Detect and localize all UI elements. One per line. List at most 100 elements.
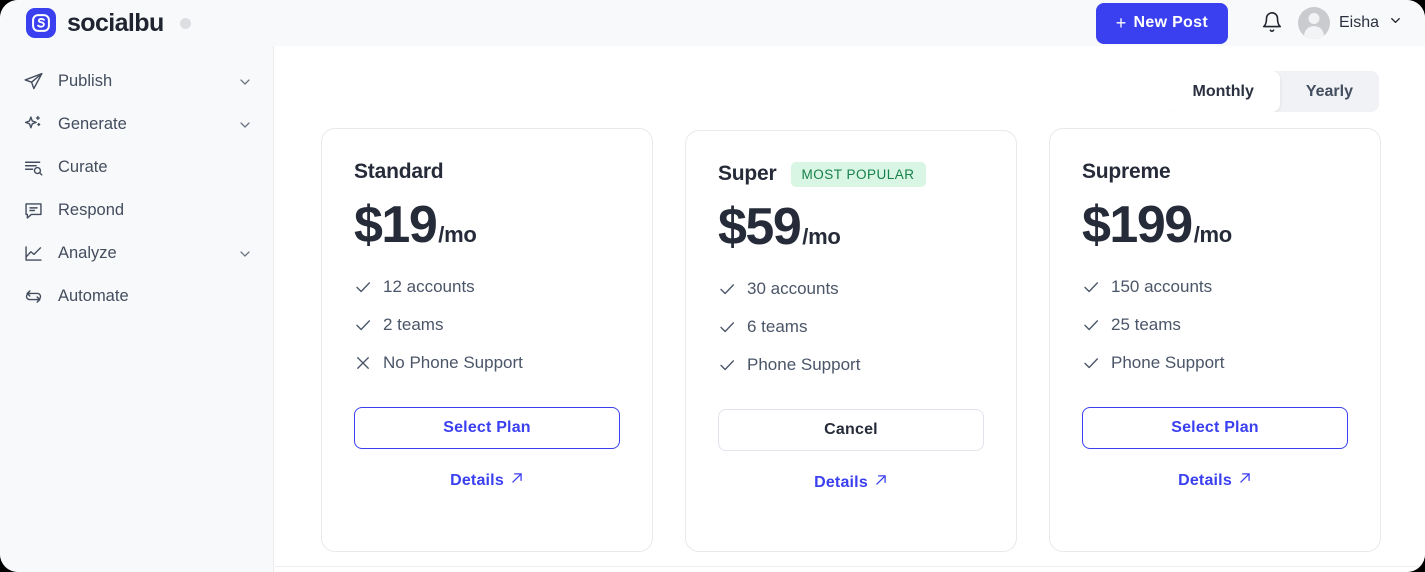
sidebar-item-publish[interactable]: Publish [0, 60, 273, 103]
plan-feature: Phone Support [718, 355, 984, 375]
plan-feature-label: Phone Support [1111, 353, 1225, 372]
chevron-down-icon[interactable] [237, 117, 253, 133]
plan-feature-label: 25 teams [1111, 315, 1181, 334]
sidebar-item-label: Automate [58, 287, 129, 305]
list-search-icon [22, 157, 44, 179]
plan-price: $199 /mo [1082, 199, 1348, 251]
main-content: Monthly Yearly Standard $19 /mo 12 accou… [275, 46, 1425, 572]
plan-card-super: Super MOST POPULAR $59 /mo 30 accounts 6… [685, 130, 1017, 552]
cancel-button[interactable]: Cancel [718, 409, 984, 451]
status-badge: MOST POPULAR [790, 161, 926, 187]
plan-feature-label: No Phone Support [383, 353, 523, 372]
app-window: socialbu + New Post Eisha Publish Genera… [0, 0, 1425, 572]
line-chart-icon [22, 243, 44, 265]
notifications-button[interactable] [1252, 3, 1292, 43]
details-label: Details [1178, 471, 1232, 489]
user-name: Eisha [1338, 14, 1379, 31]
plus-icon: + [1115, 13, 1127, 33]
sidebar: Publish Generate Curate Respond Analyze … [0, 46, 274, 572]
plan-feature: 25 teams [1082, 315, 1348, 335]
plan-cta: Cancel Details [718, 409, 984, 492]
plan-cta: Select Plan Details [354, 407, 620, 490]
sidebar-item-label: Analyze [58, 244, 117, 262]
plan-name: Standard [354, 160, 444, 183]
plan-feature: Phone Support [1082, 353, 1348, 373]
new-post-button[interactable]: + New Post [1095, 2, 1228, 44]
arrow-up-right-icon [1238, 471, 1252, 490]
plan-features: 150 accounts 25 teams Phone Support [1082, 277, 1348, 373]
socialbu-logo-icon [26, 8, 56, 38]
check-icon [1082, 354, 1100, 372]
arrow-up-right-icon [510, 471, 524, 490]
check-icon [718, 318, 736, 336]
plan-price: $59 /mo [718, 201, 984, 253]
billing-toggle-monthly[interactable]: Monthly [1166, 71, 1280, 112]
price-amount: $19 [354, 196, 438, 254]
plan-feature-label: 150 accounts [1111, 277, 1213, 296]
plan-feature: 30 accounts [718, 279, 984, 299]
header-actions: + New Post Eisha [1095, 2, 1425, 44]
close-icon [354, 354, 372, 372]
plan-feature-label: Phone Support [747, 355, 861, 374]
sparkles-icon [22, 114, 44, 136]
send-icon [22, 71, 44, 93]
plan-features: 12 accounts 2 teams No Phone Support [354, 277, 620, 373]
check-icon [1082, 278, 1100, 296]
billing-toggle-yearly[interactable]: Yearly [1280, 71, 1379, 112]
message-icon [22, 200, 44, 222]
check-icon [1082, 316, 1100, 334]
select-plan-button[interactable]: Select Plan [1082, 407, 1348, 449]
plan-card-standard: Standard $19 /mo 12 accounts 2 teams No … [321, 128, 653, 552]
check-icon [354, 316, 372, 334]
details-link[interactable]: Details [718, 473, 984, 492]
repeat-icon [22, 286, 44, 308]
select-plan-button[interactable]: Select Plan [354, 407, 620, 449]
sidebar-item-generate[interactable]: Generate [0, 103, 273, 146]
new-post-label: New Post [1133, 14, 1208, 31]
content-bottom-divider [275, 566, 1425, 567]
plan-feature-label: 12 accounts [383, 277, 475, 296]
brand-name: socialbu [67, 8, 164, 37]
details-link[interactable]: Details [1082, 471, 1348, 490]
details-label: Details [814, 473, 868, 491]
plan-header: Supreme [1082, 159, 1348, 185]
sidebar-item-label: Generate [58, 115, 127, 133]
plan-cta: Select Plan Details [1082, 407, 1348, 490]
plan-feature-label: 2 teams [383, 315, 444, 334]
sidebar-item-curate[interactable]: Curate [0, 146, 273, 189]
check-icon [354, 278, 372, 296]
sidebar-item-respond[interactable]: Respond [0, 189, 273, 232]
plan-features: 30 accounts 6 teams Phone Support [718, 279, 984, 375]
plan-header: Super MOST POPULAR [718, 161, 984, 187]
price-period: /mo [1193, 222, 1233, 247]
details-link[interactable]: Details [354, 471, 620, 490]
chevron-down-icon[interactable] [237, 74, 253, 90]
arrow-up-right-icon [874, 473, 888, 492]
sidebar-item-label: Publish [58, 72, 113, 90]
brand[interactable]: socialbu [0, 8, 191, 38]
plan-card-supreme: Supreme $199 /mo 150 accounts 25 teams P… [1049, 128, 1381, 552]
price-amount: $199 [1082, 196, 1193, 254]
sidebar-item-analyze[interactable]: Analyze [0, 232, 273, 275]
sidebar-item-automate[interactable]: Automate [0, 275, 273, 318]
plan-feature: 150 accounts [1082, 277, 1348, 297]
check-icon [718, 280, 736, 298]
bell-icon [1261, 11, 1283, 36]
billing-period-toggle[interactable]: Monthly Yearly [1166, 71, 1379, 112]
app-header: socialbu + New Post Eisha [0, 0, 1425, 46]
user-menu[interactable]: Eisha [1297, 7, 1403, 39]
plan-feature: 6 teams [718, 317, 984, 337]
sidebar-item-label: Curate [58, 158, 108, 176]
plan-price: $19 /mo [354, 199, 620, 251]
plan-feature: No Phone Support [354, 353, 620, 373]
status-dot-icon [179, 17, 191, 29]
plan-feature: 2 teams [354, 315, 620, 335]
chevron-down-icon [1388, 13, 1403, 33]
plan-name: Super [718, 162, 777, 185]
chevron-down-icon[interactable] [237, 246, 253, 262]
sidebar-item-label: Respond [58, 201, 125, 219]
plan-feature-label: 6 teams [747, 317, 808, 336]
plan-header: Standard [354, 159, 620, 185]
details-label: Details [450, 471, 504, 489]
plan-feature: 12 accounts [354, 277, 620, 297]
